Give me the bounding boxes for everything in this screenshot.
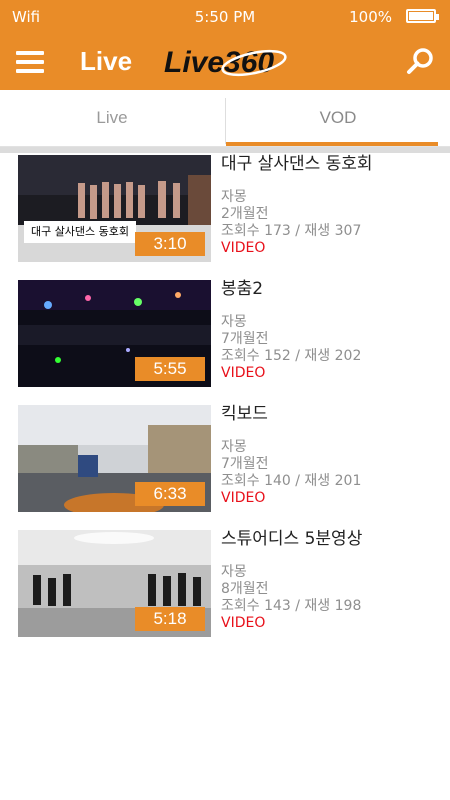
video-duration: 6:33 [135,482,205,506]
video-item[interactable]: 대구 살사댄스 동호회 3:10 대구 살사댄스 동호회 자몽 2개월전 조회수… [0,153,450,278]
video-stats: 조회수 143 / 재생 198 [221,598,362,614]
video-thumbnail[interactable]: 6:33 [18,405,211,512]
video-info: 스튜어디스 5분영상 자몽 8개월전 조회수 143 / 재생 198 VIDE… [221,528,446,632]
video-age: 2개월전 [221,206,269,222]
video-uploader: 자몽 [221,314,247,330]
status-bar: Wifi 5:50 PM 100% [0,0,450,34]
video-type-label: VIDEO [221,615,266,631]
battery-icon [406,9,439,23]
video-title[interactable]: 킥보드 [221,403,446,425]
app-bar: Live Live360 [0,34,450,90]
video-item[interactable]: 5:18 스튜어디스 5분영상 자몽 8개월전 조회수 143 / 재생 198… [0,528,450,653]
live360-logo: Live360 [164,46,287,79]
video-info: 봉춤2 자몽 7개월전 조회수 152 / 재생 202 VIDEO [221,278,446,382]
video-type-label: VIDEO [221,490,266,506]
video-age: 7개월전 [221,331,269,347]
video-stats: 조회수 140 / 재생 201 [221,473,362,489]
video-duration: 3:10 [135,232,205,256]
search-icon[interactable] [404,46,436,78]
video-uploader: 자몽 [221,189,247,205]
video-info: 킥보드 자몽 7개월전 조회수 140 / 재생 201 VIDEO [221,403,446,507]
battery-percent: 100% [349,8,392,26]
video-thumbnail[interactable]: 5:55 [18,280,211,387]
video-uploader: 자몽 [221,564,247,580]
video-list: 대구 살사댄스 동호회 3:10 대구 살사댄스 동호회 자몽 2개월전 조회수… [0,153,450,653]
video-title[interactable]: 봉춤2 [221,278,446,300]
tab-bar: Live VOD [0,90,450,147]
video-stats: 조회수 152 / 재생 202 [221,348,362,364]
video-type-label: VIDEO [221,365,266,381]
video-title[interactable]: 대구 살사댄스 동호회 [221,153,446,175]
video-title[interactable]: 스튜어디스 5분영상 [221,528,446,550]
app-title: Live [80,46,133,76]
menu-icon[interactable] [16,51,44,73]
video-duration: 5:18 [135,607,205,631]
video-duration: 5:55 [135,357,205,381]
tab-selected-indicator [226,142,438,146]
video-stats: 조회수 173 / 재생 307 [221,223,362,239]
video-age: 7개월전 [221,456,269,472]
video-uploader: 자몽 [221,439,247,455]
video-type-label: VIDEO [221,240,266,256]
video-thumbnail[interactable]: 대구 살사댄스 동호회 3:10 [18,155,211,262]
video-item[interactable]: 5:55 봉춤2 자몽 7개월전 조회수 152 / 재생 202 VIDEO [0,278,450,403]
video-age: 8개월전 [221,581,269,597]
tab-live[interactable]: Live [0,90,224,146]
tab-vod[interactable]: VOD [226,90,450,146]
video-info: 대구 살사댄스 동호회 자몽 2개월전 조회수 173 / 재생 307 VID… [221,153,446,257]
video-item[interactable]: 6:33 킥보드 자몽 7개월전 조회수 140 / 재생 201 VIDEO [0,403,450,528]
video-thumbnail[interactable]: 5:18 [18,530,211,637]
thumbnail-caption: 대구 살사댄스 동호회 [24,221,136,243]
